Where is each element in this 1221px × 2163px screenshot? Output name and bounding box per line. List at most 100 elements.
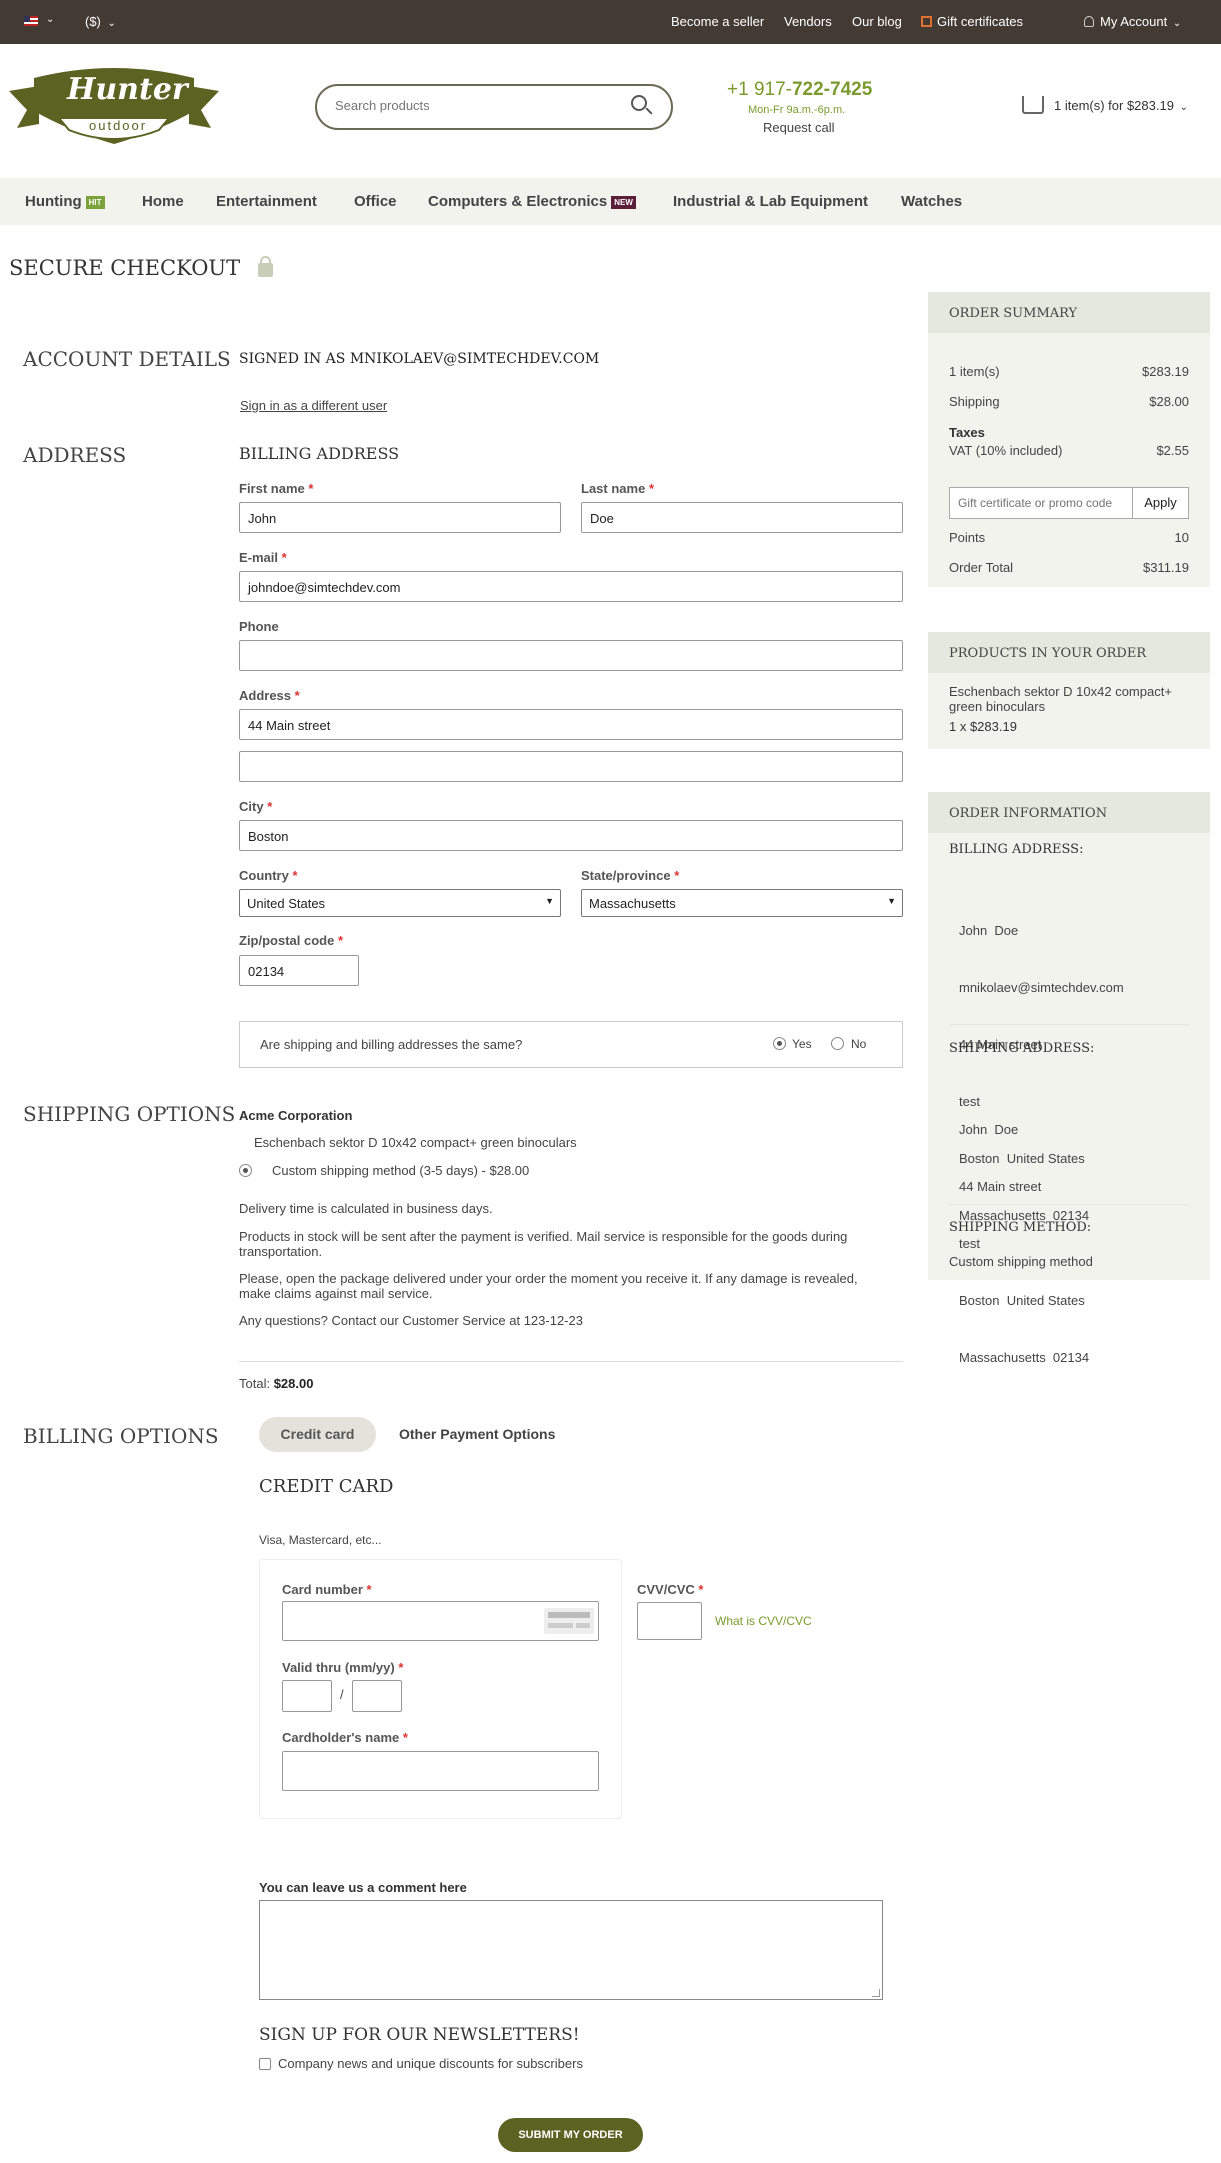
gift-certificates-link[interactable]: Gift certificates [921, 14, 1023, 29]
promo-code-group: Apply [949, 487, 1189, 519]
become-seller-link[interactable]: Become a seller [671, 14, 764, 29]
phone-field[interactable] [239, 640, 903, 671]
cart-widget[interactable]: 1 item(s) for $283.19 ⌄ [1022, 96, 1188, 114]
address-line: Boston United States [959, 1293, 1085, 1308]
phone-main: 722-7425 [791, 79, 873, 100]
nav-item-home[interactable]: Home [142, 193, 184, 210]
nav-item-watches[interactable]: Watches [901, 193, 962, 210]
currency-selector[interactable]: ($) ⌄ [85, 14, 116, 29]
search-icon[interactable] [631, 95, 653, 115]
signed-in-text: SIGNED IN AS MNIKOLAEV@SIMTECHDEV.COM [239, 351, 600, 367]
language-selector[interactable]: ⌄ [24, 14, 60, 30]
shipping-method-radio[interactable] [239, 1164, 252, 1177]
same-address-no-radio[interactable] [831, 1037, 844, 1050]
label-text: Last name [581, 481, 646, 496]
nav-item-office[interactable]: Office [354, 193, 397, 210]
order-info-panel: ORDER INFORMATION BILLING ADDRESS: John … [928, 792, 1210, 1365]
submit-order-button[interactable]: SUBMIT MY ORDER [498, 2118, 643, 2152]
search-box[interactable] [315, 84, 673, 130]
logo-text: Hunter [67, 72, 188, 107]
blog-link[interactable]: Our blog [852, 14, 902, 29]
phone-prefix: +1 917- [727, 79, 792, 100]
apply-promo-button[interactable]: Apply [1132, 488, 1188, 518]
tab-credit-card[interactable]: Credit card [259, 1417, 376, 1452]
request-call-link[interactable]: Request call [763, 120, 835, 135]
address-line1-field[interactable]: 44 Main street [239, 709, 903, 740]
last-name-field[interactable]: Doe [581, 502, 903, 533]
expiry-year-field[interactable] [352, 1680, 402, 1712]
shipping-method-title: SHIPPING METHOD: [949, 1220, 1092, 1235]
address-label: Address * [239, 688, 300, 703]
yes-label: Yes [792, 1037, 812, 1051]
address-line: John Doe [959, 923, 1019, 938]
nav-item-computers[interactable]: Computers & Electronics NEW [428, 193, 636, 210]
email-field[interactable]: johndoe@simtechdev.com [239, 571, 903, 602]
newsletter-heading: SIGN UP FOR OUR NEWSLETTERS! [259, 2025, 580, 2045]
panel-title: ORDER INFORMATION [949, 806, 1108, 821]
summary-vat-label: VAT (10% included) [949, 443, 1063, 458]
nav-item-hunting[interactable]: Hunting HIT [25, 193, 105, 210]
label-text: City [239, 799, 264, 814]
card-number-field[interactable] [282, 1601, 599, 1641]
what-is-cvv-link[interactable]: What is CVV/CVC [715, 1614, 812, 1628]
site-header: Hunter outdoor +1 917-722-7425 Mon-Fr 9a… [0, 44, 1221, 178]
switch-user-link[interactable]: Sign in as a different user [240, 398, 387, 413]
divider [949, 1204, 1189, 1205]
valid-thru-label: Valid thru (mm/yy) * [282, 1660, 404, 1675]
cart-summary: 1 item(s) for $283.19 [1054, 98, 1174, 113]
expiry-month-field[interactable] [282, 1680, 332, 1712]
shipping-info-4: Any questions? Contact our Customer Serv… [239, 1313, 583, 1328]
gift-icon [921, 16, 932, 27]
business-hours: Mon-Fr 9a.m.-6p.m. [748, 104, 846, 116]
logo-subtext: outdoor [89, 118, 148, 133]
country-select[interactable]: United States ▼ [239, 889, 561, 917]
shipping-info-1: Delivery time is calculated in business … [239, 1201, 493, 1216]
promo-code-input[interactable] [958, 496, 1128, 510]
summary-taxes-label: Taxes [949, 425, 985, 440]
card-number-label: Card number * [282, 1582, 372, 1597]
product-link[interactable]: Eschenbach sektor D 10x42 compact+ green… [949, 684, 1172, 714]
chevron-down-icon: ⌄ [1172, 18, 1182, 29]
zip-field[interactable]: 02134 [239, 955, 359, 986]
cart-icon [1022, 96, 1044, 114]
chevron-down-icon: ⌄ [107, 18, 116, 29]
summary-items-value: $283.19 [1142, 364, 1189, 379]
label-text: CVV/CVC [637, 1582, 695, 1597]
same-address-yes-radio[interactable] [773, 1037, 786, 1050]
address-line: 44 Main street [959, 1179, 1042, 1194]
cardholder-field[interactable] [282, 1751, 599, 1791]
nav-item-industrial[interactable]: Industrial & Lab Equipment [673, 193, 868, 210]
state-select[interactable]: Massachusetts ▼ [581, 889, 903, 917]
total-value: $28.00 [273, 1376, 314, 1391]
total-label: Total: [239, 1376, 271, 1391]
city-field[interactable]: Boston [239, 820, 903, 851]
vendors-link[interactable]: Vendors [784, 14, 832, 29]
label-text: First name [239, 481, 305, 496]
email-label: E-mail * [239, 550, 287, 565]
my-account-menu[interactable]: My Account ⌄ [1084, 14, 1181, 29]
comment-textarea[interactable] [259, 1900, 883, 2000]
first-name-label: First name * [239, 481, 314, 496]
resize-handle-icon[interactable] [872, 1989, 880, 1997]
newsletter-checkbox[interactable] [259, 2058, 271, 2070]
product-name-line2: green binoculars [949, 699, 1046, 714]
account-label: My Account [1100, 14, 1168, 29]
nav-item-entertainment[interactable]: Entertainment [216, 193, 317, 210]
shipping-address-title: SHIPPING ADDRESS: [949, 1041, 1095, 1056]
panel-title: ORDER SUMMARY [949, 306, 1078, 321]
search-input[interactable] [335, 98, 615, 113]
billing-options-heading: BILLING OPTIONS [23, 1424, 219, 1448]
tab-other-payment[interactable]: Other Payment Options [399, 1426, 555, 1442]
page-title-text: SECURE CHECKOUT [9, 256, 241, 280]
first-name-field[interactable]: John [239, 502, 561, 533]
address-heading: ADDRESS [23, 443, 127, 467]
logo[interactable]: Hunter outdoor [9, 66, 219, 152]
products-panel: PRODUCTS IN YOUR ORDER Eschenbach sektor… [928, 632, 1210, 749]
summary-points-value: 10 [1174, 530, 1189, 545]
dropdown-arrow-icon: ▼ [887, 896, 896, 906]
label-text: Valid thru (mm/yy) [282, 1660, 395, 1675]
cvv-field[interactable] [637, 1602, 702, 1640]
divider [949, 1024, 1189, 1025]
address-line2-field[interactable] [239, 751, 903, 782]
lock-icon [257, 256, 273, 277]
